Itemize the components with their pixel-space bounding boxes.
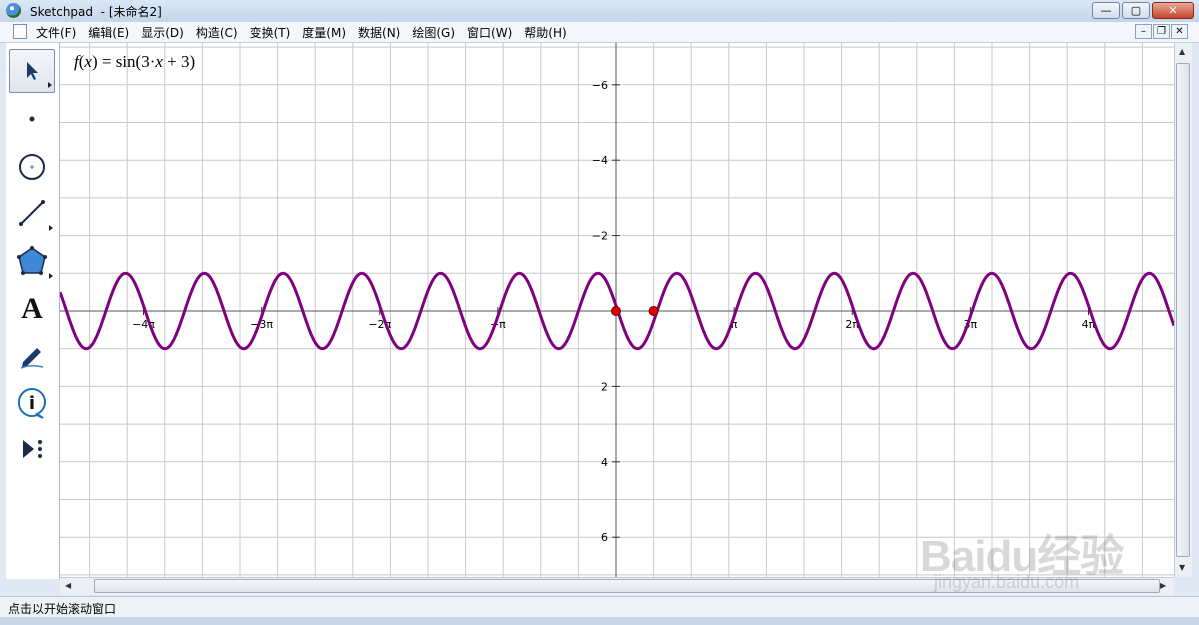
status-bar: 点击以开始滚动窗口 <box>0 596 1199 618</box>
menu-measure[interactable]: 度量(M) <box>302 24 346 41</box>
menu-help[interactable]: 帮助(H) <box>524 24 566 41</box>
function-label[interactable]: f(x) = sin(3·x + 3) <box>74 52 195 72</box>
close-window-button[interactable]: ✕ <box>1152 2 1194 19</box>
coordinate-graph[interactable]: 642−2−4−6−4π −3π −2π −π π 2π 3π 4π <box>60 43 1174 577</box>
y-tick-label: 6 <box>601 531 608 544</box>
marker-pen-icon <box>20 348 44 369</box>
straightedge-tool[interactable] <box>9 191 55 235</box>
window-bottom-edge <box>0 617 1199 625</box>
polygon-icon <box>17 246 47 275</box>
scroll-right-arrow-icon[interactable]: ▶ <box>1160 581 1166 590</box>
title-bar: Sketchpad - [未命名2] <box>0 0 1199 23</box>
maximize-window-button[interactable]: ▢ <box>1122 2 1150 19</box>
doc-restore-button[interactable]: ❐ <box>1153 24 1170 39</box>
close-icon: ✕ <box>1168 4 1178 17</box>
scroll-up-arrow-icon[interactable]: ▲ <box>1179 47 1185 56</box>
horizontal-scrollbar[interactable]: ◀ ▶ <box>60 577 1174 595</box>
toolbox: A i <box>6 43 60 579</box>
vertical-scrollbar[interactable]: ▲ ▼ <box>1174 43 1192 577</box>
y-tick-label: 4 <box>601 456 608 469</box>
flyout-indicator-icon <box>48 82 52 88</box>
graph-point <box>611 306 621 316</box>
app-name: Sketchpad <box>30 5 94 19</box>
graph-point <box>648 306 659 316</box>
sketchpad-app-icon <box>6 3 21 18</box>
y-tick-label: −6 <box>592 79 608 92</box>
menu-construct[interactable]: 构造(C) <box>196 24 238 41</box>
vertical-scroll-thumb[interactable] <box>1176 63 1190 557</box>
arrow-tool[interactable] <box>9 49 55 93</box>
menu-display[interactable]: 显示(D) <box>141 24 184 41</box>
marker-tool[interactable] <box>9 333 55 377</box>
straightedge-icon <box>19 200 45 226</box>
point-tool[interactable] <box>9 97 55 141</box>
menu-number[interactable]: 数据(N) <box>358 24 400 41</box>
information-glyph: i <box>29 393 35 414</box>
doc-minimize-button[interactable]: – <box>1135 24 1152 39</box>
compass-tool[interactable] <box>9 145 55 189</box>
doc-close-button[interactable]: ✕ <box>1171 24 1188 39</box>
scroll-left-arrow-icon[interactable]: ◀ <box>65 581 71 590</box>
custom-tool[interactable] <box>9 427 55 471</box>
status-text: 点击以开始滚动窗口 <box>8 602 117 616</box>
information-icon: i <box>17 388 46 419</box>
sketch-canvas[interactable]: 6 4 2 −2 −4 −6 −4π −3π −2π −π π 2π 3π 4π <box>60 43 1174 577</box>
function-variable-inner: x <box>155 52 163 71</box>
menu-bar: 文件(F) 编辑(E) 显示(D) 构造(C) 变换(T) 度量(M) 数据(N… <box>0 22 1199 43</box>
maximize-icon: ▢ <box>1130 4 1142 17</box>
arrow-icon <box>27 62 38 80</box>
document-name: - [未命名2] <box>100 5 162 19</box>
scroll-down-arrow-icon[interactable]: ▼ <box>1179 563 1185 572</box>
document-icon[interactable] <box>13 24 27 39</box>
function-variable: x <box>84 52 92 71</box>
y-tick-label: −4 <box>592 154 608 167</box>
horizontal-scroll-thumb[interactable] <box>94 579 1160 593</box>
text-tool[interactable]: A <box>9 287 55 331</box>
menu-transform[interactable]: 变换(T) <box>250 24 291 41</box>
menu-edit[interactable]: 编辑(E) <box>88 24 129 41</box>
window-title: Sketchpad - [未命名2] <box>30 3 162 20</box>
y-tick-label: 2 <box>601 380 608 393</box>
menu-graph[interactable]: 绘图(G) <box>412 24 455 41</box>
flyout-indicator-icon <box>49 273 53 279</box>
flyout-indicator-icon <box>49 225 53 231</box>
minimize-icon: — <box>1100 4 1112 17</box>
custom-tools-icon <box>23 440 42 458</box>
function-expression-tail: + 3) <box>162 52 196 71</box>
menu-window[interactable]: 窗口(W) <box>467 24 512 41</box>
compass-icon <box>19 154 45 180</box>
menu-items: 文件(F) 编辑(E) 显示(D) 构造(C) 变换(T) 度量(M) 数据(N… <box>36 24 567 41</box>
minimize-window-button[interactable]: — <box>1092 2 1120 19</box>
polygon-tool[interactable] <box>9 239 55 283</box>
doc-minimize-icon: – <box>1141 26 1146 37</box>
point-icon <box>29 116 35 122</box>
information-tool[interactable]: i <box>9 380 55 424</box>
text-icon: A <box>21 292 43 325</box>
menu-file[interactable]: 文件(F) <box>36 24 76 41</box>
function-expression-head: ) = sin(3· <box>91 52 156 71</box>
doc-close-icon: ✕ <box>1175 26 1184 37</box>
doc-restore-icon: ❐ <box>1157 26 1166 37</box>
y-tick-label: −2 <box>592 230 608 243</box>
